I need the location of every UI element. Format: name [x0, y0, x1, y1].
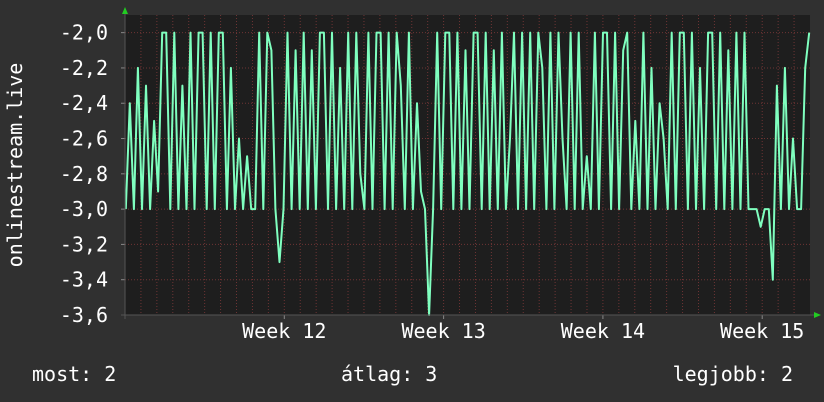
y-tick-label: -2,6 — [60, 127, 108, 151]
stat-current: most: 2 — [32, 362, 117, 386]
x-axis-arrow — [814, 312, 821, 318]
stat-average: átlag: 3 — [341, 362, 438, 386]
x-tick-label: Week 15 — [720, 319, 804, 343]
y-axis-arrow — [122, 7, 128, 14]
y-axis-ticks: -2,0 -2,2 -2,4 -2,6 -2,8 -3,0 -3,2 -3,4 -3,6 — [60, 21, 125, 327]
line-chart: -2,0 -2,2 -2,4 -2,6 -2,8 -3,0 -3,2 -3,4 -3,6 Wee… — [3, 7, 821, 343]
y-tick-label: -2,0 — [60, 21, 108, 45]
y-tick-label: -2,2 — [60, 56, 108, 80]
y-tick-label: -3,2 — [60, 232, 108, 256]
x-tick-label: Week 12 — [242, 319, 326, 343]
x-axis-ticks: Week 12 Week 13 Week 14 Week 15 — [242, 315, 804, 343]
stat-best: legjobb: 2 — [672, 362, 793, 386]
y-axis-label: onlinestream.live — [3, 63, 27, 268]
y-tick-label: -3,4 — [60, 268, 108, 292]
x-tick-label: Week 14 — [561, 319, 645, 343]
y-tick-label: -3,0 — [60, 197, 108, 221]
y-tick-label: -2,8 — [60, 162, 108, 186]
y-tick-label: -3,6 — [60, 303, 108, 327]
y-tick-label: -2,4 — [60, 91, 108, 115]
x-tick-label: Week 13 — [401, 319, 485, 343]
